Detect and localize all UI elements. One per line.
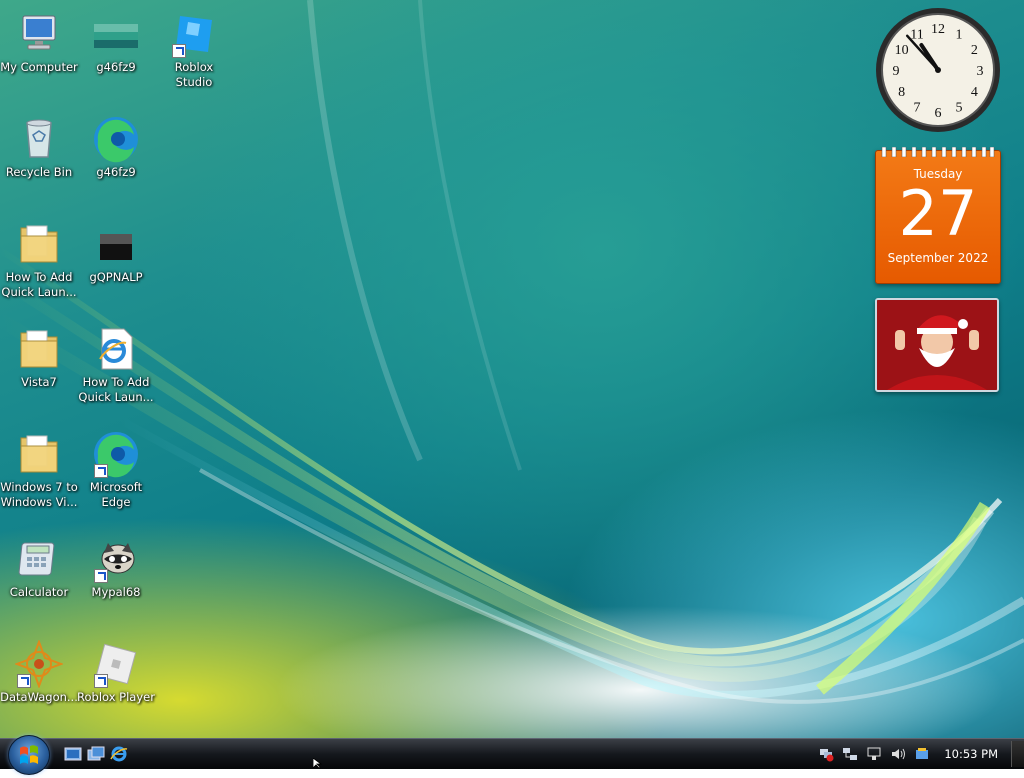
update-icon: [916, 748, 928, 759]
shortcut-arrow-icon: [94, 569, 108, 583]
clock-numeral: 7: [914, 100, 921, 115]
desktop-icon-label: Windows 7 to Windows Vi...: [0, 480, 78, 509]
calendar-rings-icon: [881, 147, 995, 157]
desktop-icon-label: DataWagon...: [0, 690, 78, 704]
show-desktop-icon: [64, 747, 82, 761]
internet-explorer-icon: [110, 746, 128, 762]
clock-numeral: 10: [895, 43, 909, 58]
shortcut-arrow-icon: [94, 464, 108, 478]
calendar-day-number: 27: [898, 177, 978, 250]
internet-explorer-document-icon: [92, 325, 140, 373]
desktop-icon-label: Vista7: [21, 375, 57, 389]
clock-gadget[interactable]: 12 1 2 3 4 5 6 7 8 9 10 11: [874, 6, 1002, 134]
system-tray: 10:53 PM: [812, 739, 1024, 769]
desktop-icon-label: My Computer: [0, 60, 78, 74]
black-image-icon: [92, 220, 140, 268]
desktop-icon-how-to-add-folder[interactable]: How To Add Quick Laun...: [0, 216, 78, 300]
desktop-icon-roblox-player[interactable]: Roblox Player: [77, 636, 155, 705]
desktop[interactable]: My Computer Recycle Bin How To Add Quick…: [0, 0, 1024, 738]
start-button[interactable]: [8, 735, 50, 775]
roblox-player-icon: [92, 640, 140, 688]
start-orb-icon: [20, 745, 38, 764]
desktop-icon-label: g46fz9: [96, 60, 136, 74]
desktop-icon-calculator[interactable]: Calculator: [0, 531, 78, 600]
desktop-icon-gqpnalp[interactable]: gQPNALP: [77, 216, 155, 285]
clock-numeral: 5: [956, 100, 963, 115]
calendar-month-year: September 2022: [887, 251, 989, 265]
desktop-icon-roblox-studio[interactable]: Roblox Studio: [155, 6, 233, 90]
switch-windows-icon: [87, 746, 105, 761]
tray-connection[interactable]: [866, 746, 882, 762]
my-computer-icon: [15, 10, 63, 58]
desktop-icon-g46fz9-image[interactable]: g46fz9: [77, 6, 155, 75]
desktop-icon-vista7[interactable]: Vista7: [0, 321, 78, 390]
folder-icon: [15, 325, 63, 373]
shortcut-arrow-icon: [17, 674, 31, 688]
image-file-icon: [92, 10, 140, 58]
roblox-studio-icon: [170, 10, 218, 58]
clock-numeral: 9: [893, 64, 900, 79]
folder-icon: [15, 430, 63, 478]
clock-numeral: 4: [971, 85, 978, 100]
desktop-icon-label: Microsoft Edge: [89, 480, 143, 509]
desktop-icon-label: Roblox Player: [77, 690, 155, 704]
desktop-icon-datawagon[interactable]: DataWagon...: [0, 636, 78, 705]
shortcut-arrow-icon: [94, 674, 108, 688]
calendar-gadget[interactable]: Tuesday 27 September 2022: [875, 147, 1001, 284]
santa-photo-icon: [877, 300, 997, 390]
desktop-icon-my-computer[interactable]: My Computer: [0, 6, 78, 75]
raccoon-icon: [92, 535, 140, 583]
edge-icon: [92, 430, 140, 478]
slideshow-gadget[interactable]: [875, 298, 999, 392]
network-error-icon: [820, 749, 834, 762]
desktop-icon-label: gQPNALP: [89, 270, 143, 284]
desktop-icon-how-to-add-ie[interactable]: How To Add Quick Laun...: [77, 321, 155, 405]
clock-numeral: 12: [931, 22, 945, 37]
desktop-icon-label: How To Add Quick Laun...: [1, 270, 77, 299]
quick-launch-show-desktop[interactable]: [64, 746, 82, 762]
folder-icon: [15, 220, 63, 268]
desktop-icon-label: Recycle Bin: [5, 165, 73, 179]
desktop-icon-label: Calculator: [9, 585, 69, 599]
desktop-icon-mypal68[interactable]: Mypal68: [77, 531, 155, 600]
clock-numeral: 3: [977, 64, 984, 79]
desktop-icon-windows7-to-vista[interactable]: Windows 7 to Windows Vi...: [0, 426, 78, 510]
desktop-icon-label: Roblox Studio: [174, 60, 214, 89]
desktop-icon-g46fz9-edge[interactable]: g46fz9: [77, 111, 155, 180]
desktop-icon-microsoft-edge[interactable]: Microsoft Edge: [77, 426, 155, 510]
tray-network-error[interactable]: [818, 746, 834, 762]
tray-network[interactable]: [842, 746, 858, 762]
calculator-icon: [15, 535, 63, 583]
tray-volume[interactable]: [890, 746, 906, 762]
recycle-bin-icon: [15, 115, 63, 163]
clock-numeral: 1: [956, 28, 963, 43]
network-icon: [843, 748, 857, 760]
desktop-icon-recycle-bin[interactable]: Recycle Bin: [0, 111, 78, 180]
tray-update[interactable]: [914, 746, 930, 762]
desktop-icon-label: g46fz9: [96, 165, 136, 179]
edge-icon: [92, 115, 140, 163]
taskbar: 10:53 PM: [0, 735, 1024, 775]
datawagon-icon: [14, 639, 64, 689]
show-desktop-button[interactable]: [1011, 741, 1024, 767]
quick-launch-switch-windows[interactable]: [87, 746, 105, 762]
analog-clock-icon: 12 1234567891011: [876, 8, 1000, 132]
connection-icon: [867, 747, 881, 760]
clock-numeral: 6: [935, 106, 942, 121]
mouse-cursor-icon: [313, 758, 323, 768]
clock-numeral: 2: [971, 43, 978, 58]
shortcut-arrow-icon: [172, 44, 186, 58]
desktop-icon-label: Mypal68: [91, 585, 141, 599]
clock-numeral: 8: [898, 85, 905, 100]
quick-launch-internet-explorer[interactable]: [110, 746, 128, 762]
desktop-icon-label: How To Add Quick Laun...: [78, 375, 154, 404]
volume-icon: [892, 748, 905, 760]
taskbar-clock[interactable]: 10:53 PM: [944, 747, 998, 761]
